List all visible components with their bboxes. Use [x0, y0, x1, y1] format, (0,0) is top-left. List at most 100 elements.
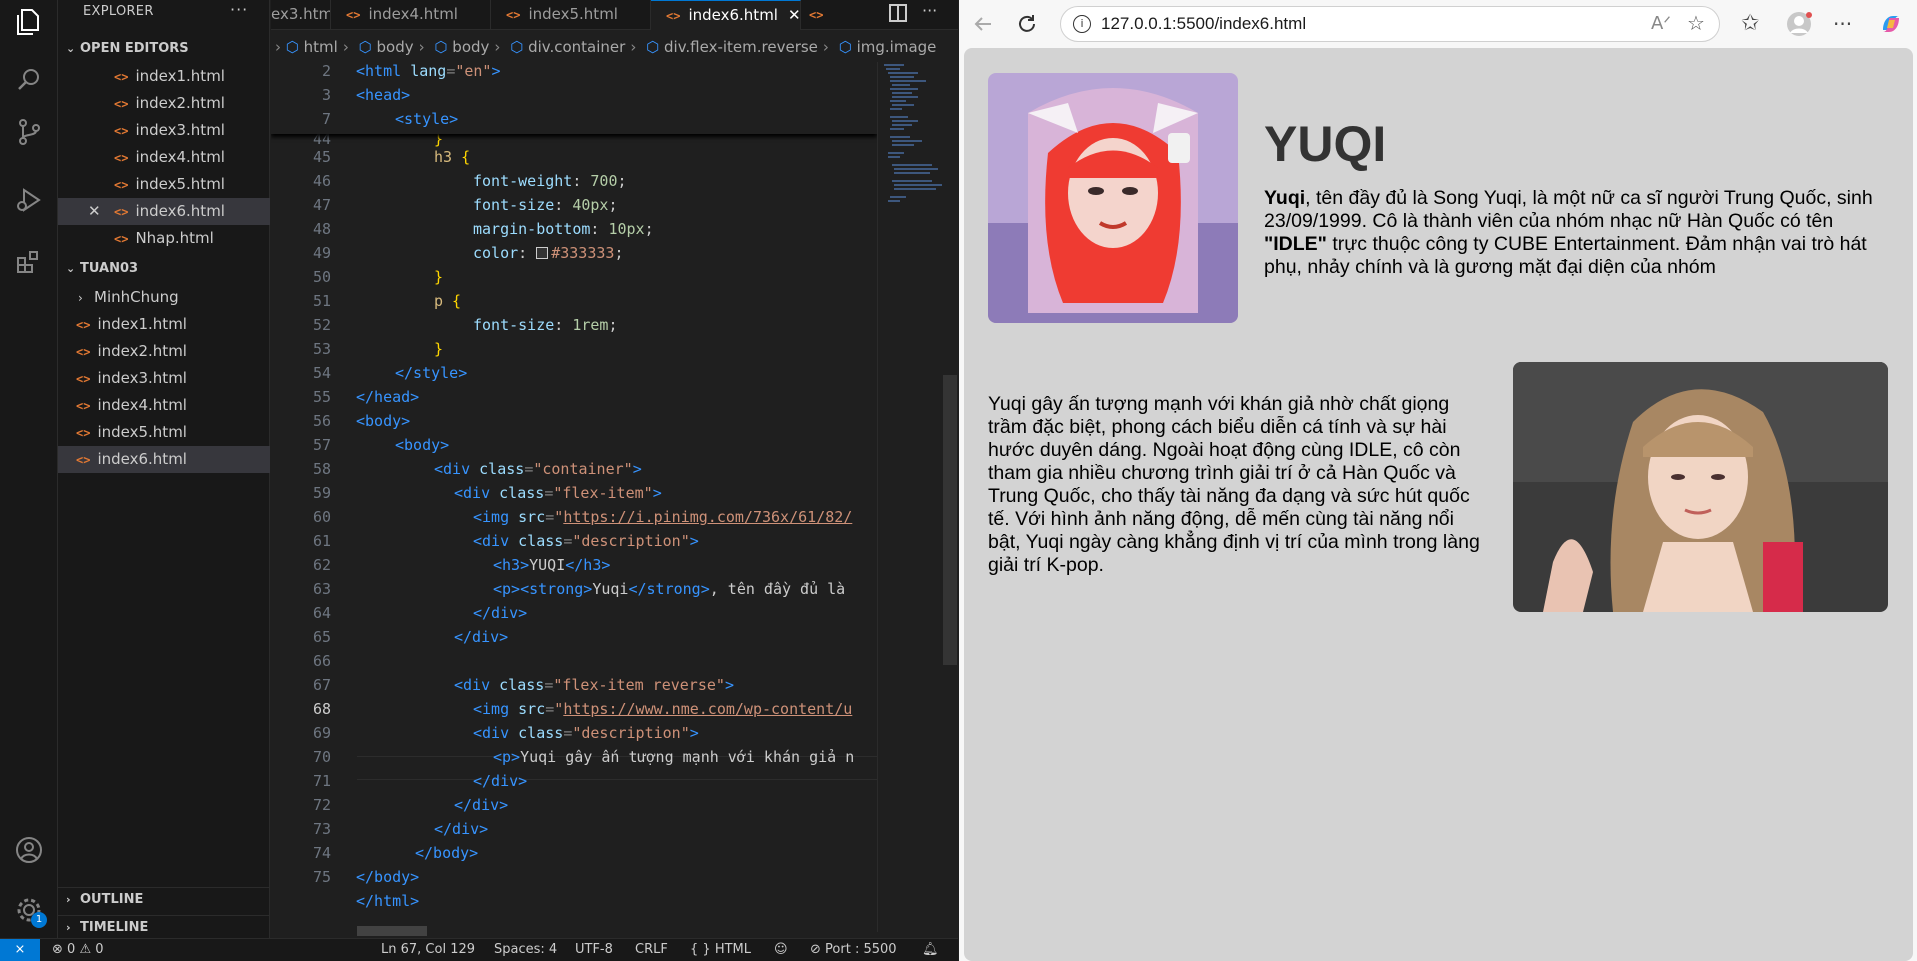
file-item[interactable]: <> index3.html	[58, 365, 270, 392]
source-control-icon[interactable]	[13, 116, 45, 148]
line-number: 70	[312, 748, 331, 766]
code-editor[interactable]: 2 <html lang="en"> 3 <head> 7 <style> 44…	[271, 62, 877, 932]
token: "flex-item"	[553, 484, 653, 502]
search-icon[interactable]	[13, 64, 45, 96]
site-info-icon[interactable]: i	[1073, 15, 1091, 33]
token: </style>	[395, 364, 468, 382]
more-actions-icon[interactable]: ···	[230, 0, 248, 19]
breadcrumb-item[interactable]: body	[377, 38, 414, 56]
breadcrumb: › ⬡ html › ⬡ body › ⬡ body › ⬡ div.containe…	[275, 38, 937, 56]
close-icon[interactable]: ✕	[88, 198, 101, 225]
line-number: 75	[312, 868, 331, 886]
token: =	[545, 700, 555, 718]
language-mode[interactable]: { } HTML	[690, 939, 751, 961]
link-token[interactable]: https://www.nme.com/wp-content/u	[563, 700, 852, 718]
open-editor-item-active[interactable]: ✕ <> index6.html	[58, 198, 270, 225]
open-editor-item[interactable]: <> index4.html	[58, 144, 270, 171]
file-item[interactable]: <> index4.html	[58, 392, 270, 419]
web-page-viewport: YUQI Yuqi, tên đầy đủ là Song Yuqi, là m…	[964, 48, 1913, 961]
favorites-icon[interactable]: ✩	[1741, 10, 1769, 38]
editor-area: ex3.html <> index4.html <> index5.html <> i…	[271, 0, 958, 938]
file-label: index5.html	[135, 175, 225, 193]
tag-icon: ⬡	[510, 38, 524, 56]
token: class	[499, 484, 545, 502]
breadcrumb-item[interactable]: div.container	[528, 38, 625, 56]
token: =	[544, 484, 554, 502]
tab-index5[interactable]: <> index5.html	[491, 0, 651, 30]
breadcrumb-item[interactable]: img.image	[857, 38, 937, 56]
token: {	[443, 292, 462, 310]
indentation[interactable]: Spaces: 4	[494, 939, 557, 961]
live-server-port[interactable]: ⊘ Port : 5500	[810, 939, 897, 961]
line-number: 56	[312, 412, 331, 430]
html-file-icon: <>	[76, 453, 91, 467]
open-editor-item[interactable]: <> index3.html	[58, 117, 270, 144]
vertical-scrollbar[interactable]	[943, 375, 957, 665]
copilot-icon[interactable]: ☺	[774, 939, 788, 961]
minimap-preview	[884, 64, 942, 202]
html-file-icon: <>	[346, 8, 361, 22]
folder-title: TUAN03	[80, 261, 139, 276]
open-editor-item[interactable]: <> Nhap.html	[58, 225, 270, 252]
remote-icon[interactable]: ⨯	[0, 939, 40, 961]
tab-index4[interactable]: <> index4.html	[331, 0, 491, 30]
split-editor-icon[interactable]	[889, 4, 907, 22]
account-icon[interactable]	[13, 834, 45, 866]
html-file-icon: <>	[114, 124, 129, 138]
breadcrumb-item[interactable]: div.flex-item.reverse	[664, 38, 818, 56]
tab-ex3[interactable]: ex3.html	[271, 0, 331, 30]
problems-indicator[interactable]: ⊗ 0 ⚠ 0	[52, 939, 104, 961]
open-editor-item[interactable]: <> index1.html	[58, 63, 270, 90]
open-editor-item[interactable]: <> index5.html	[58, 171, 270, 198]
outline-section[interactable]: › OUTLINE	[58, 887, 270, 911]
code-line: <h3>YUQI</h3>	[493, 556, 610, 574]
copilot-icon[interactable]	[1877, 10, 1905, 38]
token: ;	[608, 316, 618, 334]
breadcrumb-chevron-icon: ›	[275, 38, 281, 56]
back-icon[interactable]	[969, 10, 997, 38]
favorite-star-icon[interactable]: ☆	[1687, 11, 1705, 35]
read-aloud-icon[interactable]: Aᐟ	[1651, 13, 1671, 34]
timeline-section[interactable]: › TIMELINE	[58, 915, 270, 939]
explorer-sidebar: EXPLORER ··· ⌄ OPEN EDITORS <> index1.html…	[58, 0, 270, 938]
address-bar[interactable]: i 127.0.0.1:5500/index6.html Aᐟ ☆	[1060, 6, 1720, 42]
notifications-bell-icon[interactable]: 🔔︎	[922, 939, 939, 961]
explorer-icon[interactable]	[13, 6, 45, 38]
tag-icon: ⬡	[646, 38, 660, 56]
minimap[interactable]	[877, 62, 945, 932]
file-item[interactable]: <> index2.html	[58, 338, 270, 365]
code-line: <div class="description">	[473, 532, 699, 550]
open-editor-item[interactable]: <> index2.html	[58, 90, 270, 117]
close-tab-icon[interactable]: ✕	[788, 6, 800, 24]
link-token[interactable]: https://i.pinimg.com/736x/61/82/	[563, 508, 852, 526]
extensions-icon[interactable]	[13, 246, 45, 278]
token: "	[554, 508, 564, 526]
more-actions-icon[interactable]: ···	[922, 1, 937, 20]
file-item[interactable]: <> index5.html	[58, 419, 270, 446]
breadcrumb-item[interactable]: html	[304, 38, 338, 56]
token: </html>	[356, 892, 420, 910]
refresh-icon[interactable]	[1013, 10, 1041, 38]
folder-item-minhchung[interactable]: › MinhChung	[58, 284, 270, 311]
tab-index6[interactable]: <> index6.html ✕	[651, 0, 801, 30]
html-file-icon: <>	[76, 372, 91, 386]
profile-avatar[interactable]	[1785, 10, 1813, 38]
token: <h3>	[493, 556, 530, 574]
folder-section[interactable]: ⌄ TUAN03	[58, 257, 270, 281]
breadcrumb-item[interactable]: body	[452, 38, 489, 56]
html-file-icon: <>	[76, 426, 91, 440]
settings-gear-icon[interactable]: 1	[13, 894, 47, 928]
open-editors-section[interactable]: ⌄ OPEN EDITORS	[58, 37, 270, 61]
cursor-position[interactable]: Ln 67, Col 129	[381, 939, 475, 961]
line-ending[interactable]: CRLF	[635, 939, 668, 961]
tab-overflow[interactable]: <>	[801, 0, 831, 30]
file-item-active[interactable]: <> index6.html	[58, 446, 270, 473]
line-number-current: 68	[312, 700, 331, 718]
file-item[interactable]: <> index1.html	[58, 311, 270, 338]
run-debug-icon[interactable]	[13, 184, 45, 216]
encoding[interactable]: UTF-8	[575, 939, 613, 961]
color-swatch[interactable]	[536, 247, 549, 259]
horizontal-scrollbar[interactable]	[357, 926, 427, 936]
tab-bar: ex3.html <> index4.html <> index5.html <> i…	[271, 0, 958, 30]
more-menu-icon[interactable]: ···	[1833, 10, 1861, 38]
